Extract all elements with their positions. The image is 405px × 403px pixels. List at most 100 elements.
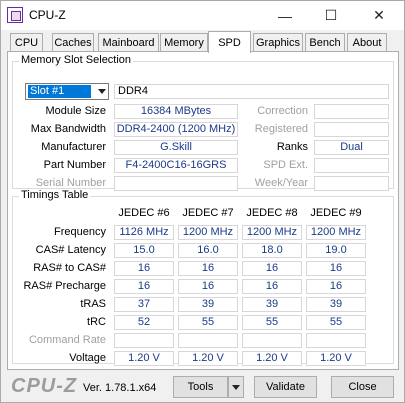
- tab-mainboard[interactable]: Mainboard: [98, 33, 159, 52]
- timings-row-label: tRAS: [80, 298, 106, 310]
- tab-strip: CPU Caches Mainboard Memory SPD Graphics…: [7, 31, 399, 53]
- ranks-label: Ranks: [276, 141, 308, 153]
- tab-cpu[interactable]: CPU: [10, 33, 43, 52]
- close-icon: ✕: [373, 7, 385, 23]
- timings-cell: 16: [306, 279, 366, 294]
- footer-bar: CPU-Z Ver. 1.78.1.x64 Tools Validate Clo…: [1, 371, 404, 402]
- timings-table-group: Timings Table JEDEC #6 JEDEC #7 JEDEC #8 JE…: [12, 189, 394, 366]
- window-title: CPU-Z: [29, 8, 66, 22]
- close-button-label: Close: [348, 381, 377, 393]
- timings-cell: 16: [242, 279, 302, 294]
- timings-column-header: JEDEC #8: [246, 207, 298, 219]
- tab-caches[interactable]: Caches: [52, 33, 94, 52]
- timings-cell: 1.20 V: [242, 351, 302, 366]
- tools-dropdown-button[interactable]: [228, 376, 244, 398]
- timings-cell: 15.0: [114, 243, 174, 258]
- module-size-label: Module Size: [45, 105, 106, 117]
- timings-cell: 16: [242, 261, 302, 276]
- timings-column-header: JEDEC #9: [310, 207, 362, 219]
- timings-cell: 37: [114, 297, 174, 312]
- timings-row-label: RAS# Precharge: [23, 280, 106, 292]
- timings-column-header: JEDEC #6: [118, 207, 170, 219]
- timings-cell: 1.20 V: [306, 351, 366, 366]
- week-year-label: Week/Year: [254, 177, 308, 189]
- part-number-label: Part Number: [43, 159, 106, 171]
- maximize-icon: ☐: [324, 7, 338, 23]
- timings-cell: 1200 MHz: [178, 225, 238, 240]
- timings-cell: 1.20 V: [178, 351, 238, 366]
- tab-memory[interactable]: Memory: [160, 33, 208, 52]
- timings-cell: 55: [178, 315, 238, 330]
- minimize-button[interactable]: —: [262, 1, 308, 30]
- serial-number-label: Serial Number: [35, 177, 106, 189]
- registered-label: Registered: [254, 123, 308, 135]
- timings-cell: 39: [178, 297, 238, 312]
- timings-cell: 55: [242, 315, 302, 330]
- timings-cell: 16.0: [178, 243, 238, 258]
- chevron-down-icon: [232, 384, 240, 390]
- timings-row-label: tRC: [87, 316, 106, 328]
- spd-ext-value: [314, 158, 389, 173]
- tab-spd[interactable]: SPD: [208, 31, 251, 53]
- timings-row-label: Frequency: [54, 226, 106, 238]
- memory-slot-group-title: Memory Slot Selection: [19, 54, 134, 66]
- cpu-z-app-icon: [7, 7, 23, 23]
- slot-selector[interactable]: Slot #1: [25, 83, 109, 100]
- timings-cell: 16: [178, 279, 238, 294]
- timings-cell: 19.0: [306, 243, 366, 258]
- validate-button[interactable]: Validate: [254, 376, 317, 398]
- timings-cell: 1200 MHz: [242, 225, 302, 240]
- tab-bench[interactable]: Bench: [305, 33, 345, 52]
- tab-graphics[interactable]: Graphics: [253, 33, 303, 52]
- timings-cell: 52: [114, 315, 174, 330]
- timings-cell: [242, 333, 302, 348]
- timings-cell: 39: [306, 297, 366, 312]
- timings-row-label: CAS# Latency: [35, 244, 106, 256]
- close-window-button[interactable]: ✕: [356, 1, 402, 30]
- ranks-value: Dual: [314, 140, 389, 155]
- timings-cell: 16: [114, 279, 174, 294]
- timings-cell: [306, 333, 366, 348]
- spd-ext-label: SPD Ext.: [263, 159, 308, 171]
- manufacturer-value: G.Skill: [114, 140, 238, 155]
- slot-selected-value: Slot #1: [28, 85, 91, 98]
- timings-cell: 39: [242, 297, 302, 312]
- timings-row-label: Voltage: [69, 352, 106, 364]
- cpu-z-window: CPU-Z — ☐ ✕ CPU Caches Mainboard Memory …: [0, 0, 405, 403]
- max-bandwidth-value: DDR4-2400 (1200 MHz): [114, 122, 238, 137]
- correction-value: [314, 104, 389, 119]
- spd-panel: Memory Slot Selection Slot #1 DDR4 Modul…: [7, 51, 399, 370]
- module-size-value: 16384 MBytes: [114, 104, 238, 119]
- manufacturer-label: Manufacturer: [41, 141, 106, 153]
- timings-row-label: RAS# to CAS#: [33, 262, 106, 274]
- timings-cell: 18.0: [242, 243, 302, 258]
- tools-button[interactable]: Tools: [173, 376, 228, 398]
- timings-cell: [114, 333, 174, 348]
- part-number-value: F4-2400C16-16GRS: [114, 158, 238, 173]
- max-bandwidth-label: Max Bandwidth: [30, 123, 106, 135]
- close-button[interactable]: Close: [331, 376, 394, 398]
- validate-button-label: Validate: [266, 381, 305, 393]
- tools-button-label: Tools: [187, 381, 214, 393]
- serial-number-value: [114, 176, 238, 191]
- timings-column-header: JEDEC #7: [182, 207, 234, 219]
- memory-type-value: DDR4: [114, 84, 389, 99]
- timings-cell: [178, 333, 238, 348]
- correction-label: Correction: [257, 105, 308, 117]
- timings-cell: 1200 MHz: [306, 225, 366, 240]
- timings-cell: 16: [306, 261, 366, 276]
- version-label: Ver. 1.78.1.x64: [83, 382, 157, 394]
- timings-cell: 16: [114, 261, 174, 276]
- timings-cell: 16: [178, 261, 238, 276]
- memory-slot-group: Memory Slot Selection Slot #1 DDR4 Modul…: [12, 54, 394, 191]
- week-year-value: [314, 176, 389, 191]
- minimize-icon: —: [278, 7, 292, 24]
- maximize-button[interactable]: ☐: [308, 1, 354, 30]
- chevron-down-icon: [98, 89, 106, 94]
- timings-row-label: Command Rate: [28, 334, 106, 346]
- title-bar: CPU-Z — ☐ ✕: [1, 1, 404, 30]
- timings-cell: 1.20 V: [114, 351, 174, 366]
- timings-cell: 1126 MHz: [114, 225, 174, 240]
- tab-about[interactable]: About: [347, 33, 387, 52]
- timings-cell: 55: [306, 315, 366, 330]
